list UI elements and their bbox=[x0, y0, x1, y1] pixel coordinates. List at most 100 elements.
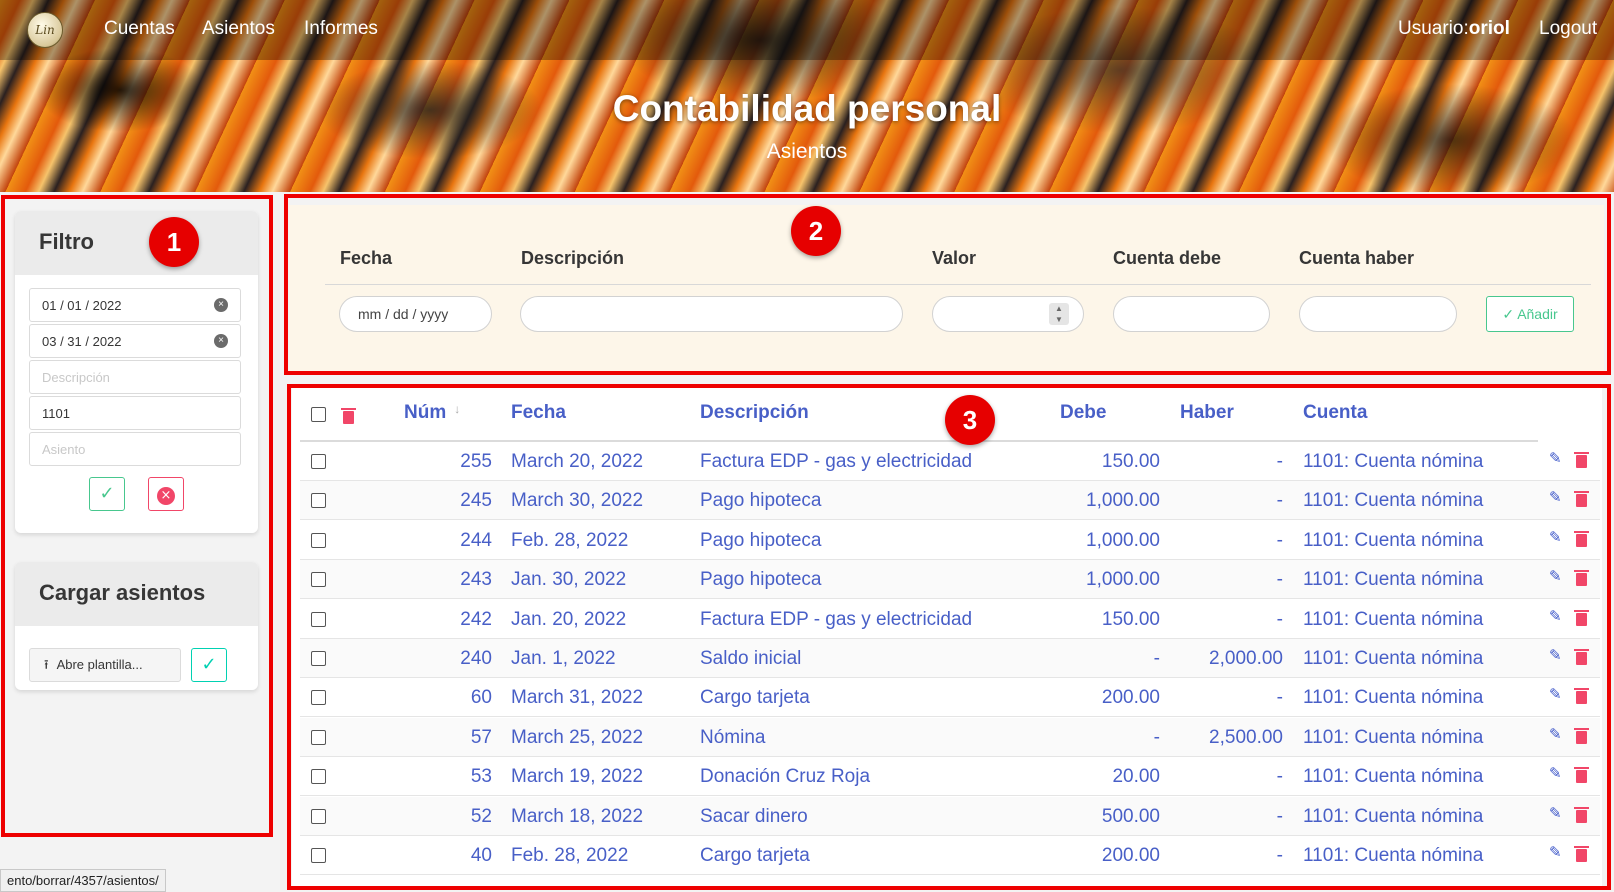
cell-descripcion[interactable]: Pago hipoteca bbox=[700, 490, 822, 512]
cell-fecha[interactable]: March 30, 2022 bbox=[511, 490, 643, 512]
nav-cuentas[interactable]: Cuentas bbox=[104, 18, 175, 40]
logout-link[interactable]: Logout bbox=[1539, 18, 1597, 40]
row-checkbox[interactable] bbox=[311, 730, 326, 745]
clear-date-from-icon[interactable]: × bbox=[214, 298, 228, 312]
add-date-input[interactable]: mm / dd / yyyy bbox=[339, 296, 492, 332]
cell-num[interactable]: 52 bbox=[471, 806, 492, 828]
select-all-checkbox[interactable] bbox=[311, 407, 326, 422]
row-checkbox[interactable] bbox=[311, 690, 326, 705]
clear-filter-button[interactable]: × bbox=[148, 477, 184, 511]
delete-selected-icon[interactable] bbox=[341, 408, 356, 424]
header-haber[interactable]: Haber bbox=[1180, 402, 1234, 424]
edit-icon[interactable]: ✎ bbox=[1549, 843, 1562, 861]
cell-fecha[interactable]: March 31, 2022 bbox=[511, 687, 643, 709]
cell-cuenta[interactable]: 1101: Cuenta nómina bbox=[1303, 490, 1483, 512]
cell-descripcion[interactable]: Pago hipoteca bbox=[700, 569, 822, 591]
row-checkbox[interactable] bbox=[311, 612, 326, 627]
app-logo[interactable]: Lin bbox=[27, 12, 63, 48]
cell-num[interactable]: 243 bbox=[460, 569, 492, 591]
add-entry-button[interactable]: ✓ Añadir bbox=[1486, 296, 1574, 332]
apply-filter-button[interactable]: ✓ bbox=[89, 477, 125, 511]
row-checkbox[interactable] bbox=[311, 493, 326, 508]
edit-icon[interactable]: ✎ bbox=[1549, 607, 1562, 625]
edit-icon[interactable]: ✎ bbox=[1549, 764, 1562, 782]
delete-row-icon[interactable] bbox=[1574, 610, 1589, 626]
cell-num[interactable]: 60 bbox=[471, 687, 492, 709]
cell-descripcion[interactable]: Saldo inicial bbox=[700, 648, 801, 670]
cell-num[interactable]: 255 bbox=[460, 451, 492, 473]
row-checkbox[interactable] bbox=[311, 533, 326, 548]
row-checkbox[interactable] bbox=[311, 809, 326, 824]
number-spinner-icon[interactable]: ▲ ▼ bbox=[1049, 303, 1069, 325]
delete-row-icon[interactable] bbox=[1574, 846, 1589, 862]
cell-cuenta[interactable]: 1101: Cuenta nómina bbox=[1303, 806, 1483, 828]
delete-row-icon[interactable] bbox=[1574, 570, 1589, 586]
header-descripcion[interactable]: Descripción bbox=[700, 402, 809, 424]
header-cuenta[interactable]: Cuenta bbox=[1303, 402, 1367, 424]
cell-num[interactable]: 53 bbox=[471, 766, 492, 788]
cell-fecha[interactable]: March 18, 2022 bbox=[511, 806, 643, 828]
cell-cuenta[interactable]: 1101: Cuenta nómina bbox=[1303, 530, 1483, 552]
cell-fecha[interactable]: March 25, 2022 bbox=[511, 727, 643, 749]
cell-fecha[interactable]: March 20, 2022 bbox=[511, 451, 643, 473]
cell-cuenta[interactable]: 1101: Cuenta nómina bbox=[1303, 727, 1483, 749]
add-debit-account-input[interactable] bbox=[1113, 296, 1270, 332]
add-credit-account-input[interactable] bbox=[1299, 296, 1457, 332]
row-checkbox[interactable] bbox=[311, 769, 326, 784]
upload-confirm-button[interactable]: ✓ bbox=[191, 648, 227, 682]
cell-cuenta[interactable]: 1101: Cuenta nómina bbox=[1303, 609, 1483, 631]
header-fecha[interactable]: Fecha bbox=[511, 402, 566, 424]
cell-descripcion[interactable]: Cargo tarjeta bbox=[700, 845, 810, 867]
delete-row-icon[interactable] bbox=[1574, 728, 1589, 744]
entry-filter-input[interactable]: Asiento bbox=[29, 432, 241, 466]
cell-descripcion[interactable]: Nómina bbox=[700, 727, 765, 749]
edit-icon[interactable]: ✎ bbox=[1549, 804, 1562, 822]
cell-num[interactable]: 240 bbox=[460, 648, 492, 670]
edit-icon[interactable]: ✎ bbox=[1549, 685, 1562, 703]
cell-num[interactable]: 244 bbox=[460, 530, 492, 552]
clear-date-to-icon[interactable]: × bbox=[214, 334, 228, 348]
cell-fecha[interactable]: March 19, 2022 bbox=[511, 766, 643, 788]
cell-cuenta[interactable]: 1101: Cuenta nómina bbox=[1303, 451, 1483, 473]
delete-row-icon[interactable] bbox=[1574, 531, 1589, 547]
account-filter-input[interactable]: 1101 bbox=[29, 396, 241, 430]
cell-fecha[interactable]: Feb. 28, 2022 bbox=[511, 530, 628, 552]
header-debe[interactable]: Debe bbox=[1060, 402, 1106, 424]
cell-fecha[interactable]: Feb. 28, 2022 bbox=[511, 845, 628, 867]
delete-row-icon[interactable] bbox=[1574, 491, 1589, 507]
delete-row-icon[interactable] bbox=[1574, 767, 1589, 783]
cell-cuenta[interactable]: 1101: Cuenta nómina bbox=[1303, 766, 1483, 788]
delete-row-icon[interactable] bbox=[1574, 807, 1589, 823]
row-checkbox[interactable] bbox=[311, 454, 326, 469]
cell-fecha[interactable]: Jan. 30, 2022 bbox=[511, 569, 626, 591]
date-to-input[interactable]: 03 / 31 / 2022 × bbox=[29, 324, 241, 358]
row-checkbox[interactable] bbox=[311, 651, 326, 666]
nav-asientos[interactable]: Asientos bbox=[202, 18, 275, 40]
cell-cuenta[interactable]: 1101: Cuenta nómina bbox=[1303, 845, 1483, 867]
edit-icon[interactable]: ✎ bbox=[1549, 725, 1562, 743]
edit-icon[interactable]: ✎ bbox=[1549, 488, 1562, 506]
description-filter-input[interactable]: Descripción bbox=[29, 360, 241, 394]
cell-descripcion[interactable]: Pago hipoteca bbox=[700, 530, 822, 552]
date-from-input[interactable]: 01 / 01 / 2022 × bbox=[29, 288, 241, 322]
edit-icon[interactable]: ✎ bbox=[1549, 567, 1562, 585]
cell-cuenta[interactable]: 1101: Cuenta nómina bbox=[1303, 569, 1483, 591]
open-template-button[interactable]: ⭱ Abre plantilla... bbox=[29, 648, 181, 682]
add-value-input[interactable]: ▲ ▼ bbox=[932, 296, 1084, 332]
row-checkbox[interactable] bbox=[311, 848, 326, 863]
delete-row-icon[interactable] bbox=[1574, 649, 1589, 665]
cell-descripcion[interactable]: Factura EDP - gas y electricidad bbox=[700, 451, 972, 473]
cell-fecha[interactable]: Jan. 1, 2022 bbox=[511, 648, 616, 670]
add-description-input[interactable] bbox=[520, 296, 903, 332]
cell-num[interactable]: 242 bbox=[460, 609, 492, 631]
cell-descripcion[interactable]: Donación Cruz Roja bbox=[700, 766, 870, 788]
cell-descripcion[interactable]: Cargo tarjeta bbox=[700, 687, 810, 709]
delete-row-icon[interactable] bbox=[1574, 452, 1589, 468]
cell-fecha[interactable]: Jan. 20, 2022 bbox=[511, 609, 626, 631]
edit-icon[interactable]: ✎ bbox=[1549, 449, 1562, 467]
cell-num[interactable]: 245 bbox=[460, 490, 492, 512]
row-checkbox[interactable] bbox=[311, 572, 326, 587]
cell-num[interactable]: 40 bbox=[471, 845, 492, 867]
cell-num[interactable]: 57 bbox=[471, 727, 492, 749]
edit-icon[interactable]: ✎ bbox=[1549, 528, 1562, 546]
